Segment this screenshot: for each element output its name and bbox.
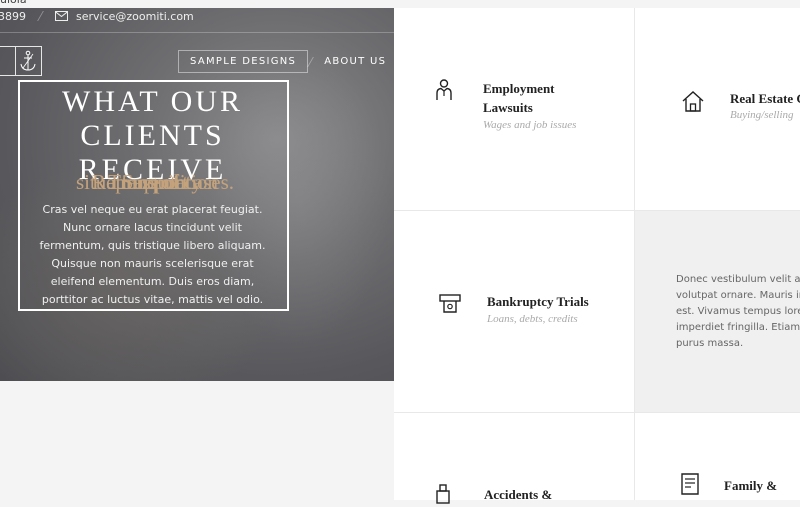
nav-about-us[interactable]: ABOUT US: [313, 51, 394, 72]
accident-icon: [436, 484, 450, 504]
contact-bar: 3899 service@zoomiti.com: [0, 8, 194, 24]
logo-box-left: [0, 46, 15, 76]
mail-icon: [55, 11, 68, 21]
house-icon: [682, 91, 704, 112]
hero-description-line: Cras vel neque eu erat placerat feugiat.: [42, 203, 263, 216]
gray-info-line: volutpat ornare. Mauris in: [676, 290, 800, 301]
grid-divider: [394, 412, 800, 413]
hero-description: Cras vel neque eu erat placerat feugiat.…: [30, 201, 275, 309]
hero-description-line: porttitor ac luctus vitae, mattis vel od…: [41, 293, 264, 306]
service-title-line: Lawsuits: [483, 100, 533, 115]
service-desc-real-estate: Buying/selling: [730, 109, 794, 121]
email-link[interactable]: service@zoomiti.com: [76, 10, 194, 23]
service-title-employment[interactable]: Employment Lawsuits: [483, 79, 555, 117]
gray-info-line: imperdiet fringilla. Etiam c: [676, 322, 800, 333]
nav-sample-designs[interactable]: SAMPLE DESIGNS: [178, 50, 309, 73]
site-logo[interactable]: [0, 46, 42, 76]
gray-info-line: Donec vestibulum velit a c: [676, 274, 800, 285]
atm-card-icon: [439, 294, 461, 313]
service-title-accidents[interactable]: Accidents &: [484, 485, 552, 504]
hero-description-line: Nunc ornare lacus tincidunt velit: [63, 221, 242, 234]
service-title-real-estate[interactable]: Real Estate C: [730, 89, 800, 108]
employee-icon: [436, 79, 452, 100]
grid-divider: [394, 210, 800, 211]
main-nav: SAMPLE DESIGNS ABOUT US C: [178, 50, 394, 73]
service-title-line: Employment: [483, 81, 555, 96]
hero-subtitle-text: Tranquility: [108, 170, 202, 194]
service-desc-employment: Wages and job issues: [483, 119, 577, 131]
contact-separator: [37, 11, 44, 21]
hero-description-line: Quisque non mauris scelerisque erat: [51, 257, 254, 270]
top-strip-text: uiola: [0, 0, 27, 6]
header-divider: [0, 32, 394, 33]
service-title-bankruptcy[interactable]: Bankruptcy Trials: [487, 292, 589, 311]
hero-title-line: CLIENTS: [80, 119, 225, 152]
hero-description-line: eleifend elementum. Duis eros diam,: [50, 275, 255, 288]
gray-info-line: est. Vivamus tempus lorem: [676, 306, 800, 317]
logo-box-right: [14, 46, 42, 76]
top-strip: uiola: [0, 0, 800, 8]
document-icon: [681, 473, 699, 495]
phone-number[interactable]: 3899: [0, 10, 26, 23]
anchor-icon: [20, 50, 36, 71]
gray-info-text: Donec vestibulum velit a c volutpat orna…: [676, 272, 800, 352]
hero-section: 3899 service@zoomiti.com SAMPLE DESIGNS …: [0, 8, 394, 381]
hero-title-line: WHAT OUR: [62, 85, 243, 118]
gray-info-line: purus massa.: [676, 338, 744, 349]
grid-divider: [634, 8, 635, 500]
service-title-family[interactable]: Family &: [724, 476, 777, 495]
hero-description-line: fermentum, quis tristique libero aliquam…: [39, 239, 266, 252]
service-desc-bankruptcy: Loans, debts, credits: [487, 313, 578, 325]
page-background: [0, 381, 394, 500]
